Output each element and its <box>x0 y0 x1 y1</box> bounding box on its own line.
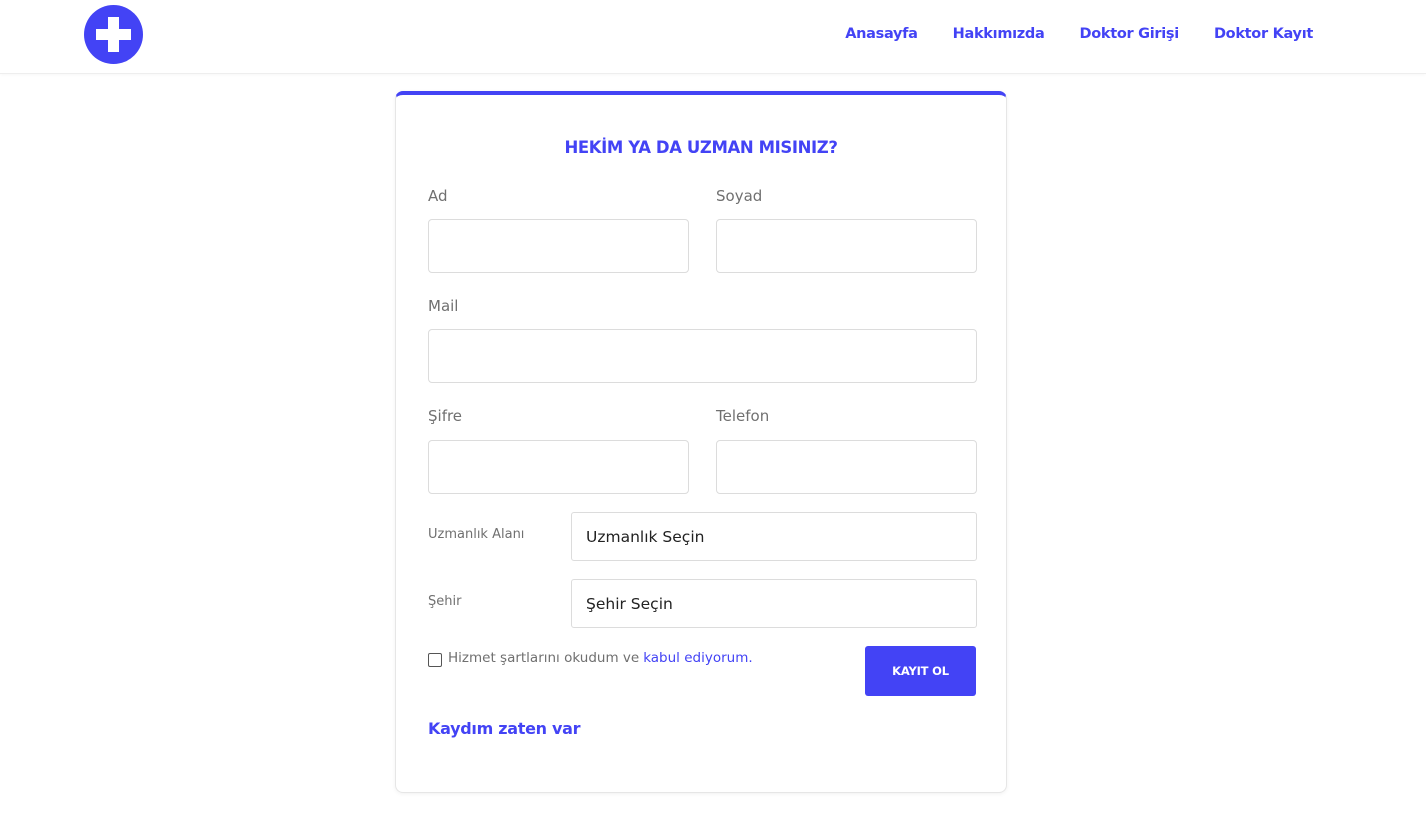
terms-checkbox[interactable] <box>428 653 442 667</box>
specialty-selected: Uzmanlık Seçin <box>586 527 705 546</box>
register-button[interactable]: KAYIT OL <box>865 646 976 696</box>
password-label: Şifre <box>428 407 463 425</box>
nav-item-doctor-login[interactable]: Doktor Girişi <box>1080 26 1180 42</box>
terms-row: Hizmet şartlarını okudum ve kabul ediyor… <box>428 650 753 667</box>
phone-input[interactable] <box>716 440 977 494</box>
city-selected: Şehir Seçin <box>586 594 673 613</box>
phone-label: Telefon <box>716 407 770 425</box>
terms-accept-link[interactable]: kabul ediyorum. <box>643 650 752 666</box>
nav-links: Anasayfa Hakkımızda Doktor Girişi Doktor… <box>845 26 1313 42</box>
last-name-input[interactable] <box>716 219 977 273</box>
email-input[interactable] <box>428 329 977 383</box>
specialty-label: Uzmanlık Alanı <box>428 527 525 542</box>
first-name-label: Ad <box>428 187 448 205</box>
nav-item-home[interactable]: Anasayfa <box>845 26 918 42</box>
form-title: HEKİM YA DA UZMAN MISINIZ? <box>564 138 838 157</box>
register-card: HEKİM YA DA UZMAN MISINIZ? Ad Soyad Mail… <box>395 91 1007 793</box>
password-input[interactable] <box>428 440 689 494</box>
city-select[interactable]: Şehir Seçin <box>571 579 977 628</box>
specialty-select[interactable]: Uzmanlık Seçin <box>571 512 977 561</box>
terms-text: Hizmet şartlarını okudum ve <box>448 650 640 666</box>
logo[interactable] <box>84 5 143 64</box>
last-name-label: Soyad <box>716 187 763 205</box>
email-label: Mail <box>428 297 459 315</box>
already-registered-link[interactable]: Kaydım zaten var <box>428 719 581 738</box>
nav-item-doctor-register[interactable]: Doktor Kayıt <box>1214 26 1313 42</box>
city-label: Şehir <box>428 594 462 609</box>
first-name-input[interactable] <box>428 219 689 273</box>
navbar: Anasayfa Hakkımızda Doktor Girişi Doktor… <box>0 0 1426 74</box>
nav-item-about[interactable]: Hakkımızda <box>953 26 1045 42</box>
